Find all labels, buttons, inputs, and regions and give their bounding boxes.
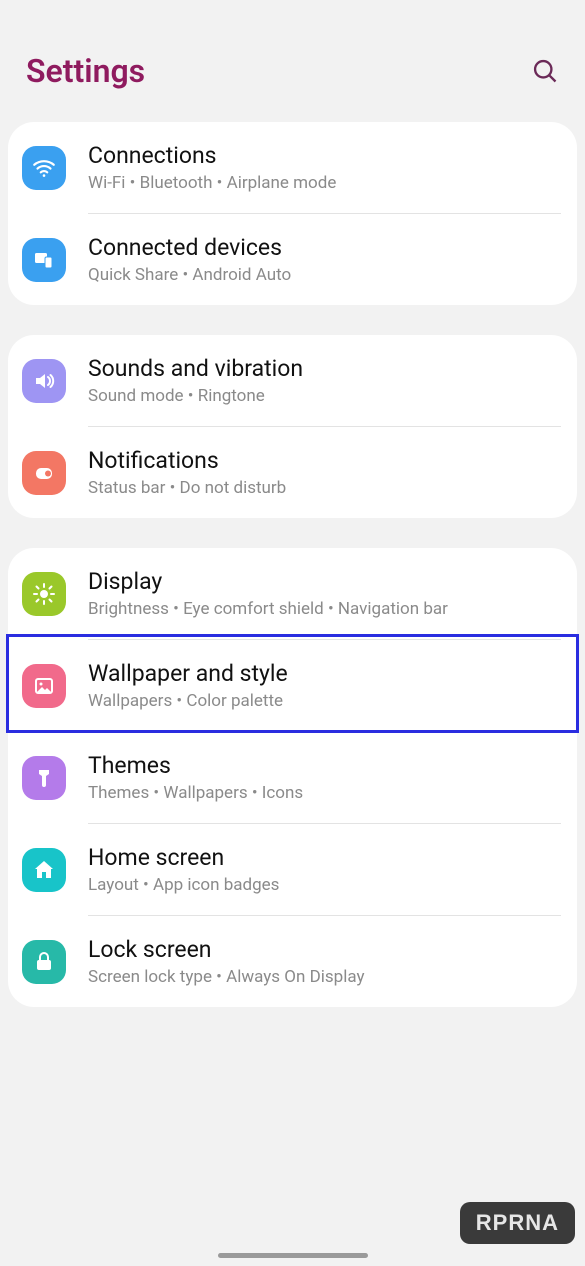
item-title: Home screen (88, 844, 561, 871)
item-title: Display (88, 568, 561, 595)
item-text: Home screen Layout • App icon badges (88, 844, 561, 895)
item-text: Connections Wi-Fi • Bluetooth • Airplane… (88, 142, 561, 193)
item-connections[interactable]: Connections Wi-Fi • Bluetooth • Airplane… (8, 122, 577, 213)
item-title: Notifications (88, 447, 561, 474)
item-subtitle: Brightness • Eye comfort shield • Naviga… (88, 599, 561, 619)
header: Settings (0, 0, 585, 122)
home-indicator (218, 1253, 368, 1258)
item-text: Wallpaper and style Wallpapers • Color p… (88, 660, 561, 711)
watermark: RPRNA (460, 1202, 575, 1244)
item-subtitle: Status bar • Do not disturb (88, 478, 561, 498)
item-notifications[interactable]: Notifications Status bar • Do not distur… (8, 427, 577, 518)
lock-icon (22, 940, 66, 984)
item-themes[interactable]: Themes Themes • Wallpapers • Icons (8, 732, 577, 823)
wifi-icon (22, 146, 66, 190)
item-title: Sounds and vibration (88, 355, 561, 382)
item-title: Wallpaper and style (88, 660, 561, 687)
item-text: Lock screen Screen lock type • Always On… (88, 936, 561, 987)
item-sounds[interactable]: Sounds and vibration Sound mode • Ringto… (8, 335, 577, 426)
item-title: Themes (88, 752, 561, 779)
item-lock-screen[interactable]: Lock screen Screen lock type • Always On… (8, 916, 577, 1007)
display-icon (22, 572, 66, 616)
item-subtitle: Quick Share • Android Auto (88, 265, 561, 285)
wallpaper-icon (22, 664, 66, 708)
item-subtitle: Layout • App icon badges (88, 875, 561, 895)
item-title: Connections (88, 142, 561, 169)
themes-icon (22, 756, 66, 800)
page-title: Settings (26, 52, 145, 90)
item-text: Notifications Status bar • Do not distur… (88, 447, 561, 498)
item-subtitle: Screen lock type • Always On Display (88, 967, 561, 987)
settings-group-2: Sounds and vibration Sound mode • Ringto… (8, 335, 577, 518)
item-text: Display Brightness • Eye comfort shield … (88, 568, 561, 619)
item-subtitle: Themes • Wallpapers • Icons (88, 783, 561, 803)
item-subtitle: Wi-Fi • Bluetooth • Airplane mode (88, 173, 561, 193)
home-icon (22, 848, 66, 892)
settings-group-1: Connections Wi-Fi • Bluetooth • Airplane… (8, 122, 577, 305)
item-display[interactable]: Display Brightness • Eye comfort shield … (8, 548, 577, 639)
item-text: Connected devices Quick Share • Android … (88, 234, 561, 285)
devices-icon (22, 238, 66, 282)
item-home-screen[interactable]: Home screen Layout • App icon badges (8, 824, 577, 915)
item-connected-devices[interactable]: Connected devices Quick Share • Android … (8, 214, 577, 305)
item-text: Sounds and vibration Sound mode • Ringto… (88, 355, 561, 406)
item-subtitle: Sound mode • Ringtone (88, 386, 561, 406)
item-title: Lock screen (88, 936, 561, 963)
settings-group-3: Display Brightness • Eye comfort shield … (8, 548, 577, 1007)
item-title: Connected devices (88, 234, 561, 261)
notifications-icon (22, 451, 66, 495)
sound-icon (22, 359, 66, 403)
search-icon[interactable] (531, 57, 559, 85)
item-subtitle: Wallpapers • Color palette (88, 691, 561, 711)
item-wallpaper-style[interactable]: Wallpaper and style Wallpapers • Color p… (8, 640, 577, 731)
item-text: Themes Themes • Wallpapers • Icons (88, 752, 561, 803)
